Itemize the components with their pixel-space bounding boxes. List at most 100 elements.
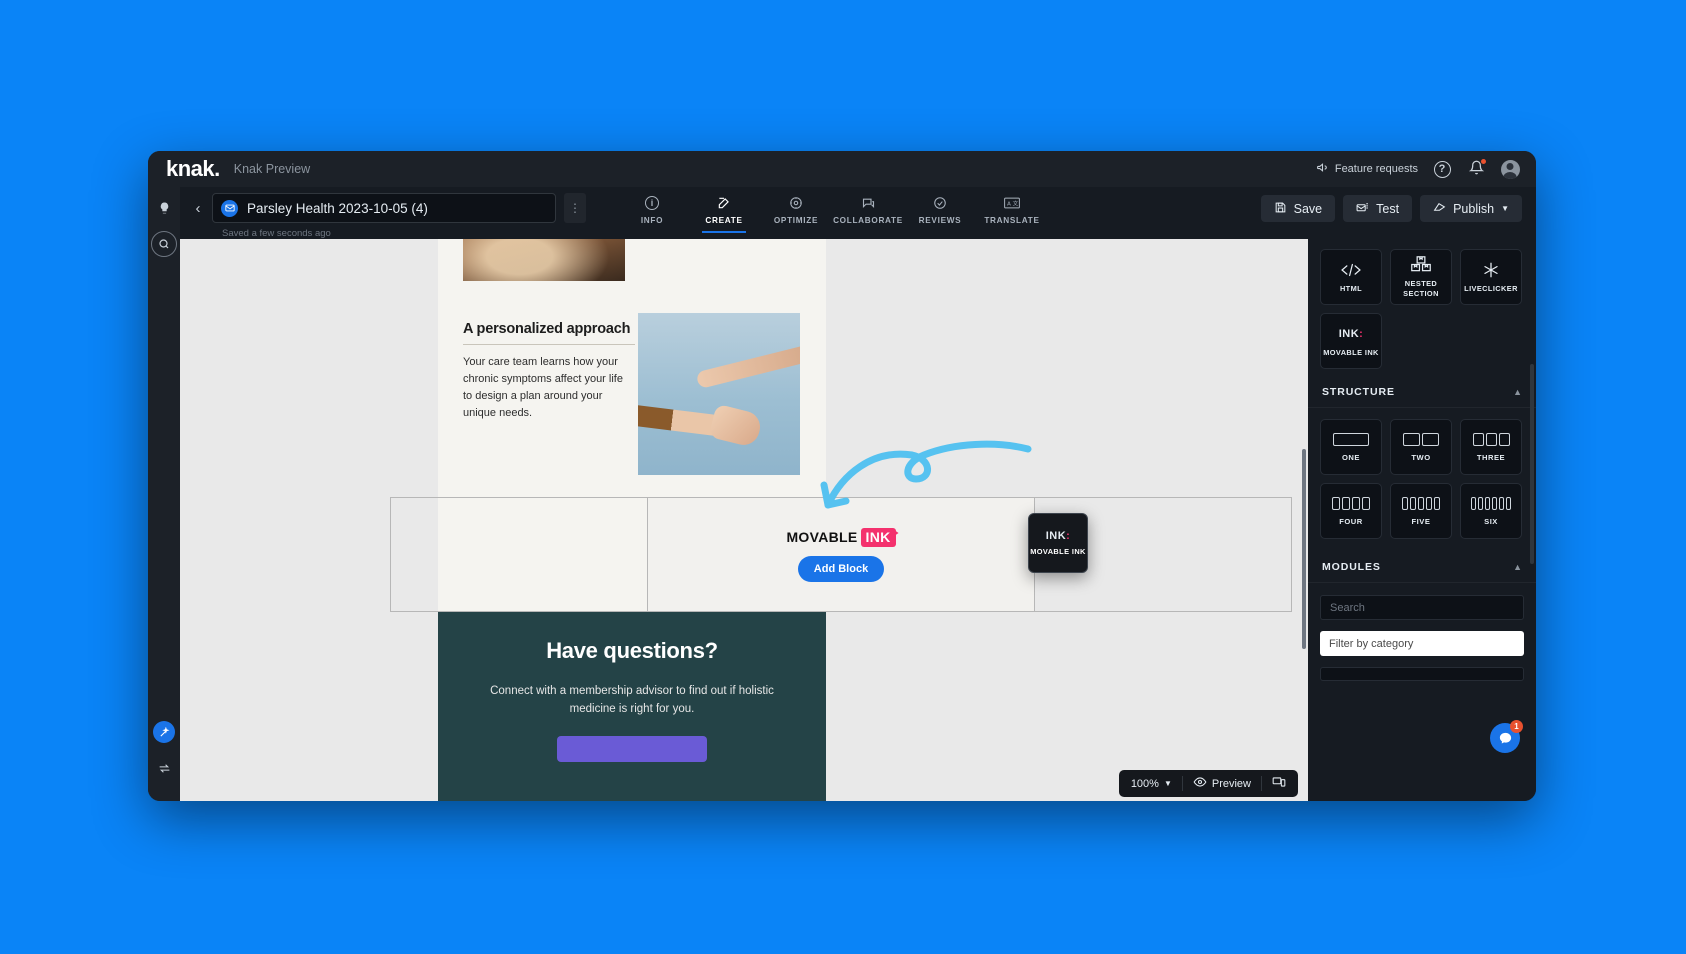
- layout-preview-one: [1333, 432, 1369, 446]
- device-toggle-button[interactable]: [1264, 773, 1294, 794]
- questions-cta-button[interactable]: [557, 735, 707, 762]
- swap-arrows-icon[interactable]: [151, 755, 177, 781]
- blocks-grid: HTML NESTED SECTION LIVECLICKER INK: MOV…: [1308, 239, 1536, 375]
- search-icon[interactable]: [151, 231, 177, 257]
- chevron-down-icon: ▼: [1501, 204, 1509, 213]
- tab-translate[interactable]: A 文 TRANSLATE: [976, 187, 1048, 231]
- code-icon: [1340, 261, 1362, 279]
- movable-ink-icon: INK:: [1338, 327, 1364, 340]
- knak-logo[interactable]: knak.: [166, 156, 220, 182]
- editor-toolbar: ‹ Parsley Health 2023-10-05 (4) Saved a …: [180, 187, 1536, 239]
- approach-paragraph: Your care team learns how your chronic s…: [463, 356, 623, 420]
- user-menu-button[interactable]: [1500, 159, 1520, 179]
- preview-label: Knak Preview: [233, 162, 311, 176]
- envelope-icon: [221, 199, 238, 217]
- block-nested-section[interactable]: NESTED SECTION: [1390, 249, 1452, 305]
- have-questions-block[interactable]: Have questions? Connect with a membershi…: [438, 612, 826, 801]
- chevron-down-icon: ▼: [1163, 779, 1172, 788]
- tab-translate-label: TRANSLATE: [984, 216, 1040, 225]
- help-button[interactable]: ?: [1432, 159, 1452, 179]
- megaphone-icon: [1316, 161, 1329, 177]
- module-card[interactable]: [1320, 667, 1524, 681]
- blocks-panel: HTML NESTED SECTION LIVECLICKER INK: MOV…: [1308, 239, 1536, 801]
- approach-divider: [463, 344, 635, 345]
- back-button[interactable]: ‹: [190, 200, 206, 217]
- canvas-scrollbar[interactable]: [1302, 449, 1306, 649]
- intercom-chat-button[interactable]: 1: [1490, 720, 1523, 753]
- chevron-up-icon[interactable]: ▲: [1513, 387, 1522, 397]
- hands-image: [638, 313, 800, 475]
- magic-wand-icon[interactable]: [153, 721, 175, 743]
- modules-section-header[interactable]: MODULES ▲: [1308, 550, 1536, 583]
- canvas-zoom-bar: 100% ▼ Preview: [1118, 770, 1298, 797]
- modules-title: MODULES: [1322, 561, 1381, 573]
- kebab-menu-icon[interactable]: ⋮: [564, 193, 586, 223]
- drop-zone-row[interactable]: MOVABLE INK Add Block: [390, 497, 1292, 612]
- tab-create[interactable]: CREATE: [688, 187, 760, 233]
- tab-optimize[interactable]: OPTIMIZE: [760, 187, 832, 231]
- movable-ink-mark: INK: [860, 527, 896, 547]
- device-toggle-icon: [1272, 775, 1286, 792]
- filter-by-category-select[interactable]: Filter by category: [1320, 631, 1524, 656]
- publish-label: Publish: [1453, 201, 1495, 216]
- check-circle-icon: [933, 195, 947, 211]
- layout-preview-four: [1332, 496, 1370, 510]
- block-nested-section-label: NESTED SECTION: [1403, 278, 1439, 298]
- personalized-approach-block[interactable]: A personalized approach Your care team l…: [463, 321, 635, 422]
- notifications-button[interactable]: [1466, 158, 1487, 179]
- structure-one[interactable]: ONE: [1320, 419, 1382, 475]
- svg-text:文: 文: [1013, 199, 1019, 207]
- comments-icon: [861, 195, 876, 211]
- chevron-up-icon[interactable]: ▲: [1513, 562, 1522, 572]
- movable-ink-word: MOVABLE: [786, 529, 858, 545]
- zoom-level-select[interactable]: 100% ▼: [1123, 773, 1180, 794]
- save-button[interactable]: Save: [1260, 195, 1336, 222]
- tab-reviews-label: REVIEWS: [918, 216, 962, 225]
- feature-requests-label: Feature requests: [1334, 163, 1418, 175]
- block-liveclicker-label: LIVECLICKER: [1464, 283, 1518, 293]
- structure-six-label: SIX: [1484, 516, 1498, 526]
- structure-three-label: THREE: [1476, 452, 1506, 462]
- hand-lower: [708, 403, 764, 449]
- drop-zone-center[interactable]: MOVABLE INK Add Block: [648, 497, 1034, 612]
- email-name-field[interactable]: Parsley Health 2023-10-05 (4): [212, 193, 556, 223]
- toolbar-actions: Save Test Publish ▼: [1260, 195, 1522, 222]
- dragged-movable-ink-chip[interactable]: INK: MOVABLE INK: [1028, 513, 1088, 573]
- test-button[interactable]: Test: [1343, 195, 1413, 222]
- structure-five-label: FIVE: [1411, 516, 1431, 526]
- boxes-icon: [1411, 256, 1431, 274]
- movable-ink-logo: MOVABLE INK: [786, 527, 896, 547]
- block-liveclicker[interactable]: LIVECLICKER: [1460, 249, 1522, 305]
- structure-three[interactable]: THREE: [1460, 419, 1522, 475]
- gear-circle-icon: [789, 195, 803, 211]
- test-send-icon: [1356, 201, 1369, 217]
- zoom-level-value: 100%: [1130, 777, 1159, 790]
- structure-four[interactable]: FOUR: [1320, 483, 1382, 539]
- email-canvas[interactable]: A personalized approach Your care team l…: [180, 239, 1308, 801]
- tab-collaborate[interactable]: COLLABORATE: [832, 187, 904, 231]
- structure-five[interactable]: FIVE: [1390, 483, 1452, 539]
- feature-requests-button[interactable]: Feature requests: [1316, 161, 1418, 177]
- panel-scrollbar[interactable]: [1530, 364, 1534, 564]
- lightbulb-icon[interactable]: [151, 195, 177, 221]
- block-movable-ink[interactable]: INK: MOVABLE INK: [1320, 313, 1382, 369]
- structure-two[interactable]: TWO: [1390, 419, 1452, 475]
- structure-one-label: ONE: [1342, 452, 1360, 462]
- tab-optimize-label: OPTIMIZE: [773, 216, 819, 225]
- block-html[interactable]: HTML: [1320, 249, 1382, 305]
- structure-two-label: TWO: [1411, 452, 1431, 462]
- add-block-button[interactable]: Add Block: [797, 555, 885, 582]
- movable-ink-icon: INK:: [1045, 529, 1071, 542]
- preview-button[interactable]: Preview: [1185, 773, 1259, 794]
- drop-zone-left[interactable]: [390, 497, 648, 612]
- tab-info[interactable]: i INFO: [616, 187, 688, 231]
- editor-tabs: i INFO CREATE OPTIMIZE COLLABORATE REVIE…: [616, 187, 1048, 233]
- tab-reviews[interactable]: REVIEWS: [904, 187, 976, 231]
- structure-six[interactable]: SIX: [1460, 483, 1522, 539]
- modules-body: Search Filter by category: [1308, 583, 1536, 681]
- saved-status: Saved a few seconds ago: [222, 228, 331, 239]
- save-icon: [1274, 201, 1287, 217]
- search-input[interactable]: Search: [1320, 595, 1524, 620]
- structure-section-header[interactable]: STRUCTURE ▲: [1308, 375, 1536, 408]
- publish-button[interactable]: Publish ▼: [1420, 195, 1522, 222]
